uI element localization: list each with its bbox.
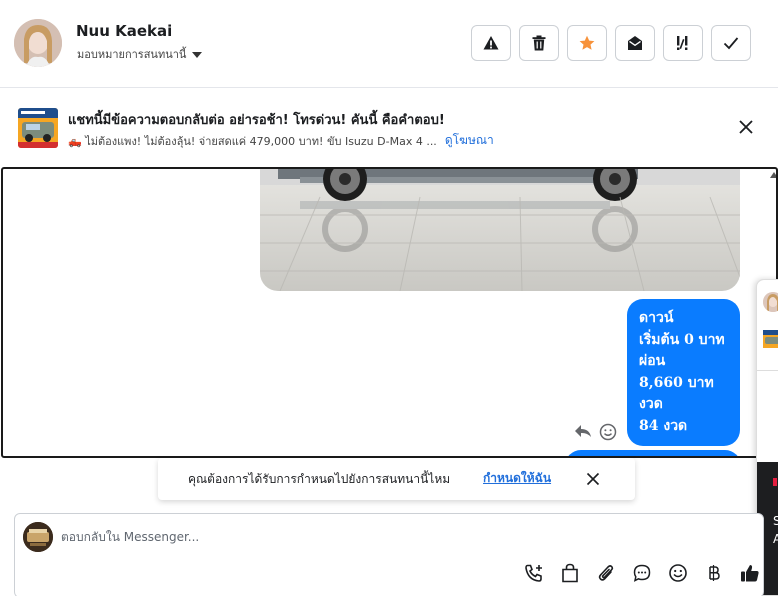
follow-up-button[interactable] xyxy=(663,25,703,61)
ad-title: แชทนี้มีข้อความตอบกลับต่อ อย่ารอช้า! โทร… xyxy=(68,113,445,128)
side-avatar[interactable] xyxy=(763,292,778,312)
payment-button[interactable] xyxy=(703,562,725,584)
ad-banner: แชทนี้มีข้อความตอบกลับต่อ อย่ารอช้า! โทร… xyxy=(0,89,778,167)
assign-to-me-link[interactable]: กำหนดให้ฉัน xyxy=(483,469,551,488)
envelope-open-icon xyxy=(628,36,642,50)
reply-input[interactable] xyxy=(61,528,661,546)
message-line: งวด xyxy=(639,396,663,412)
chat-bubble-icon xyxy=(633,564,651,582)
mark-unread-button[interactable] xyxy=(615,25,655,61)
ad-description-row: 🛻 ไม่ต้องแพง! ไม่ต้องลุ้น! จ่ายสดแค่ 479… xyxy=(68,131,494,150)
assign-label: มอบหมายการสนทนานี้ xyxy=(77,48,187,61)
conversation-header: Nuu Kaekai มอบหมายการสนทนานี้ xyxy=(0,0,778,88)
paperclip-icon xyxy=(598,565,614,581)
contact-avatar[interactable] xyxy=(14,19,62,67)
inbox-conversation-view: Nuu Kaekai มอบหมายการสนทนานี้ แชทนี้มีข้… xyxy=(0,0,778,596)
contact-name: Nuu Kaekai xyxy=(76,22,173,40)
like-button[interactable] xyxy=(739,562,761,584)
chevron-down-icon xyxy=(192,51,203,58)
message-line: 8,660 บาท xyxy=(639,374,714,391)
emoji-reaction-icon[interactable] xyxy=(599,423,617,441)
close-icon[interactable] xyxy=(585,471,601,487)
attach-file-button[interactable] xyxy=(595,562,617,584)
star-icon xyxy=(579,35,595,50)
side-divider xyxy=(757,370,778,371)
shopping-bag-icon xyxy=(562,563,578,583)
ad-description: 🛻 ไม่ต้องแพง! ไม่ต้องลุ้น! จ่ายสดแค่ 479… xyxy=(68,134,437,148)
baht-icon xyxy=(709,565,720,581)
warning-icon xyxy=(483,36,499,50)
message-bubble-outgoing-partial[interactable] xyxy=(565,450,741,456)
follow-up-icon xyxy=(677,36,688,50)
message-thread[interactable]: ดาวน์ เริ่มต้น 0 บาท ผ่อน 8,660 บาท งวด … xyxy=(1,167,778,458)
thumbs-up-icon xyxy=(741,565,759,582)
side-red-marker xyxy=(773,478,777,486)
side-ad-thumbnail[interactable] xyxy=(763,330,778,348)
reply-icon[interactable] xyxy=(574,423,592,439)
message-line: ผ่อน xyxy=(639,353,666,369)
delete-button[interactable] xyxy=(519,25,559,61)
side-text-1: S xyxy=(773,514,778,528)
emoji-icon xyxy=(669,564,687,582)
ad-thumbnail[interactable] xyxy=(18,108,58,148)
message-composer xyxy=(14,513,764,596)
side-text-2: A xyxy=(773,532,778,546)
message-line: เริ่มต้น 0 บาท xyxy=(639,331,725,348)
add-call-button[interactable] xyxy=(523,562,545,584)
message-bubble-outgoing[interactable]: ดาวน์ เริ่มต้น 0 บาท ผ่อน 8,660 บาท งวด … xyxy=(627,299,740,446)
saved-replies-button[interactable] xyxy=(631,562,653,584)
assign-prompt-text: คุณต้องการได้รับการกำหนดไปยังการสนทนานี้… xyxy=(188,472,451,486)
scroll-up-arrow-icon[interactable] xyxy=(770,172,776,178)
car-photo-attachment[interactable] xyxy=(260,169,740,291)
mark-spam-button[interactable] xyxy=(471,25,511,61)
composer-tools xyxy=(523,562,761,584)
star-button[interactable] xyxy=(567,25,607,61)
conversation-actions xyxy=(471,25,751,61)
view-ad-link[interactable]: ดูโฆษณา xyxy=(445,131,494,150)
assign-prompt-toast: คุณต้องการได้รับการกำหนดไปยังการสนทนานี้… xyxy=(158,458,635,500)
emoji-button[interactable] xyxy=(667,562,689,584)
add-call-icon xyxy=(525,564,542,582)
check-icon xyxy=(723,37,739,50)
message-line: ดาวน์ xyxy=(639,310,674,326)
message-line: 84 งวด xyxy=(639,417,688,434)
trash-icon xyxy=(532,35,546,51)
shop-button[interactable] xyxy=(559,562,581,584)
page-avatar xyxy=(23,522,53,552)
mark-done-button[interactable] xyxy=(711,25,751,61)
close-icon[interactable] xyxy=(737,118,755,136)
assign-conversation-dropdown[interactable]: มอบหมายการสนทนานี้ xyxy=(77,45,203,63)
